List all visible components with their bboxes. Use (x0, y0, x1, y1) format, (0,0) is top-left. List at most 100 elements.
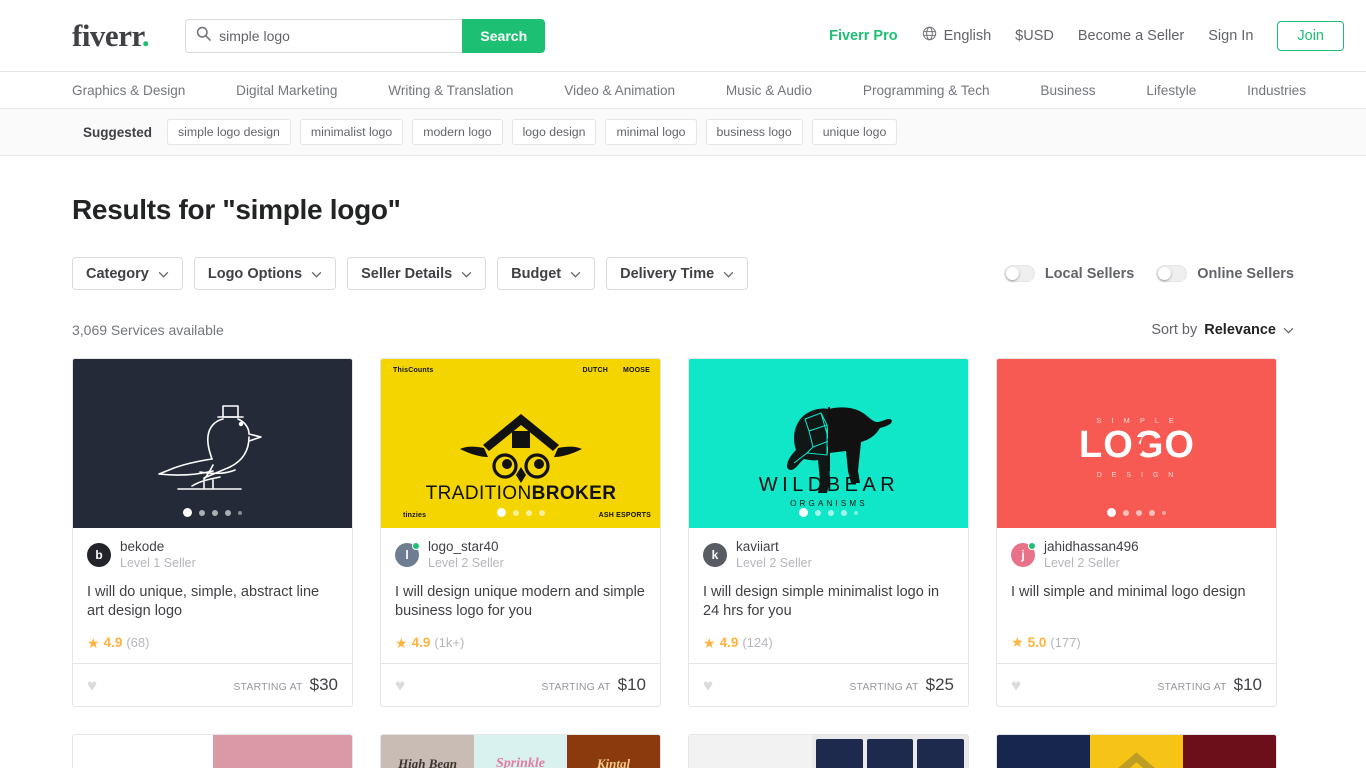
carousel-dot-active[interactable] (799, 508, 808, 517)
gig-card[interactable] (72, 734, 353, 768)
gig-thumbnail[interactable] (73, 735, 213, 768)
fiverr-logo[interactable]: fiverr. (72, 20, 150, 51)
nav-item-video-animation[interactable]: Video & Animation (564, 83, 675, 98)
toggle-local-sellers[interactable]: Local Sellers (1003, 265, 1134, 282)
gig-thumbnail[interactable]: WILDBEAR ORGANISMS (689, 359, 968, 528)
carousel-dot[interactable] (1123, 509, 1129, 516)
carousel-dot-active[interactable] (183, 508, 192, 517)
avatar[interactable]: k (703, 543, 727, 568)
carousel-dot[interactable] (538, 509, 545, 516)
gig-thumbnail-b[interactable]: Sprinkle (474, 735, 567, 768)
seller-info[interactable]: k kaviiart Level 2 Seller (703, 539, 954, 572)
gig-title[interactable]: I will do unique, simple, abstract line … (87, 583, 338, 622)
gig-thumbnail[interactable]: S I M P L E LOGO D E S I G N (997, 359, 1276, 528)
seller-info[interactable]: j jahidhassan496 Level 2 Seller (1011, 539, 1262, 572)
language-selector[interactable]: English (922, 26, 991, 45)
carousel-dot-active[interactable] (496, 508, 506, 517)
carousel-dot[interactable] (525, 509, 532, 516)
suggested-chip-1[interactable]: minimalist logo (299, 119, 404, 145)
seller-info[interactable]: b bekode Level 1 Seller (87, 539, 338, 572)
nav-item-writing-translation[interactable]: Writing & Translation (388, 83, 513, 98)
avatar[interactable]: j (1011, 542, 1036, 568)
gig-card[interactable]: colorful logo (688, 734, 969, 768)
gig-thumbnail-c[interactable]: Kintal (567, 735, 660, 768)
gig-card[interactable]: b bekode Level 1 Seller I will do unique… (72, 358, 353, 708)
carousel-dot[interactable] (1136, 509, 1142, 516)
gig-title[interactable]: I will design simple minimalist logo in … (703, 583, 954, 622)
gig-card[interactable]: TRADITIONBROKER ThisCounts DUTCH MOOSE t… (380, 358, 661, 708)
local-sellers-switch[interactable] (1003, 265, 1035, 282)
gig-grid-row-2: High Bean Sprinkle Kintal colorful logo (72, 734, 1294, 768)
page-title: Results for "simple logo" (72, 194, 401, 225)
carousel-dot[interactable] (854, 510, 858, 515)
online-sellers-switch[interactable] (1156, 265, 1188, 282)
search-input-wrapper[interactable] (185, 18, 463, 53)
gig-thumbnail-b[interactable] (812, 735, 968, 768)
suggested-chip-0[interactable]: simple logo design (167, 119, 291, 145)
suggested-chip-4[interactable]: minimal logo (605, 119, 697, 145)
heart-icon[interactable]: ♥ (1011, 677, 1021, 694)
gig-thumbnail[interactable] (997, 735, 1090, 768)
gig-thumbnail[interactable]: High Bean (381, 735, 474, 768)
carousel-dots[interactable] (381, 508, 660, 517)
search-button[interactable]: Search (462, 18, 546, 53)
sign-in-link[interactable]: Sign In (1208, 28, 1253, 44)
carousel-dot[interactable] (225, 509, 231, 516)
nav-item-digital-marketing[interactable]: Digital Marketing (236, 83, 337, 98)
gig-thumbnail-b[interactable] (212, 735, 352, 768)
search-input[interactable] (219, 27, 453, 44)
filter-seller-details[interactable]: Seller Details (347, 257, 487, 290)
fiverr-pro-link[interactable]: Fiverr Pro (829, 28, 898, 44)
nav-item-programming-tech[interactable]: Programming & Tech (863, 83, 990, 98)
carousel-dot[interactable] (512, 509, 519, 516)
carousel-dot[interactable] (238, 510, 242, 515)
join-button[interactable]: Join (1277, 20, 1344, 51)
carousel-dots[interactable] (689, 508, 968, 517)
heart-icon[interactable]: ♥ (703, 677, 713, 694)
gig-card[interactable]: WILDBEAR ORGANISMS k kaviiart Level 2 Se… (688, 358, 969, 708)
gig-title[interactable]: I will simple and minimal logo design (1011, 583, 1262, 621)
suggested-chip-3[interactable]: logo design (511, 119, 597, 145)
filter-logo-options[interactable]: Logo Options (193, 257, 337, 290)
suggested-chip-2[interactable]: modern logo (412, 119, 503, 145)
nav-item-industries[interactable]: Industries (1247, 83, 1306, 98)
filter-delivery-time[interactable]: Delivery Time (606, 257, 749, 290)
gig-thumbnail[interactable] (73, 359, 352, 528)
carousel-dots[interactable] (997, 508, 1276, 517)
gig-card[interactable]: S I M P L E LOGO D E S I G N (996, 358, 1277, 708)
gig-title[interactable]: I will design unique modern and simple b… (395, 583, 646, 622)
price-amount: $10 (1233, 675, 1262, 695)
carousel-dot[interactable] (1149, 509, 1155, 516)
filter-budget[interactable]: Budget (497, 257, 596, 290)
heart-icon[interactable]: ♥ (87, 677, 97, 694)
gig-thumbnail-b[interactable] (1090, 735, 1183, 768)
carousel-dot[interactable] (841, 509, 847, 516)
sort-dropdown[interactable]: Sort by Relevance (1151, 322, 1294, 338)
gig-card[interactable]: High Bean Sprinkle Kintal (380, 734, 661, 768)
nav-item-graphics-design[interactable]: Graphics & Design (72, 83, 185, 98)
become-a-seller-link[interactable]: Become a Seller (1078, 28, 1184, 44)
nav-item-lifestyle[interactable]: Lifestyle (1146, 83, 1196, 98)
toggle-online-sellers[interactable]: Online Sellers (1156, 265, 1294, 282)
carousel-dot-active[interactable] (1107, 508, 1116, 517)
carousel-dot[interactable] (828, 509, 834, 516)
gig-thumbnail-c[interactable] (1183, 735, 1276, 768)
avatar[interactable]: l (395, 542, 420, 568)
suggested-chip-6[interactable]: unique logo (811, 119, 898, 145)
nav-item-business[interactable]: Business (1040, 83, 1095, 98)
carousel-dot[interactable] (1162, 510, 1166, 515)
seller-info[interactable]: l logo_star40 Level 2 Seller (395, 539, 646, 572)
gig-card[interactable] (996, 734, 1277, 768)
heart-icon[interactable]: ♥ (395, 677, 405, 694)
carousel-dot[interactable] (815, 509, 821, 516)
filter-category[interactable]: Category (72, 257, 183, 290)
carousel-dot[interactable] (199, 509, 205, 516)
carousel-dot[interactable] (212, 509, 218, 516)
nav-item-music-audio[interactable]: Music & Audio (726, 83, 812, 98)
gig-thumbnail[interactable]: TRADITIONBROKER ThisCounts DUTCH MOOSE t… (381, 359, 660, 528)
currency-selector[interactable]: $USD (1015, 28, 1054, 44)
carousel-dots[interactable] (73, 508, 352, 517)
avatar[interactable]: b (87, 543, 111, 568)
suggested-chip-5[interactable]: business logo (705, 119, 803, 145)
gig-thumbnail[interactable]: colorful logo (689, 735, 813, 768)
